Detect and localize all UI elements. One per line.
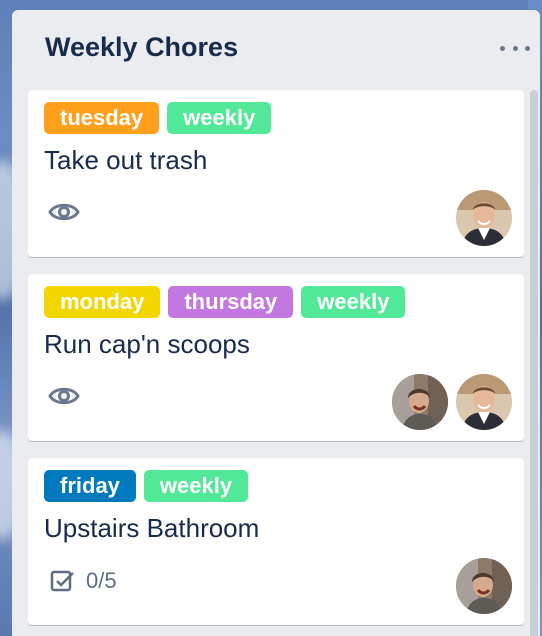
woman-avatar[interactable] — [456, 558, 512, 614]
label-tuesday[interactable]: tuesday — [44, 102, 160, 134]
checklist-icon — [50, 570, 74, 592]
card-run-capn-scoops[interactable]: monday thursday weekly Run cap'n scoops — [28, 274, 524, 441]
label-weekly[interactable]: weekly — [143, 470, 249, 502]
eye-icon — [48, 387, 80, 405]
card-labels: monday thursday weekly — [44, 286, 406, 318]
list-title[interactable]: Weekly Chores — [45, 32, 238, 63]
label-weekly[interactable]: weekly — [301, 286, 406, 318]
more-horizontal-icon[interactable] — [500, 38, 530, 58]
woman-avatar[interactable] — [392, 374, 448, 430]
card-labels: tuesday weekly — [44, 102, 272, 134]
label-thursday[interactable]: thursday — [168, 286, 294, 318]
label-friday[interactable]: friday — [44, 470, 136, 502]
man-avatar[interactable] — [456, 190, 512, 246]
list-scrollbar[interactable] — [530, 90, 538, 636]
list-column: Weekly Chores tuesday weekly Take out tr… — [12, 10, 540, 636]
checklist-badge: 0/5 — [50, 568, 117, 594]
label-monday[interactable]: monday — [44, 286, 161, 318]
card-upstairs-bathroom[interactable]: friday weekly Upstairs Bathroom 0/5 — [28, 458, 524, 625]
label-weekly[interactable]: weekly — [167, 102, 272, 134]
man-avatar[interactable] — [456, 374, 512, 430]
eye-icon — [48, 203, 80, 221]
checklist-count: 0/5 — [86, 568, 117, 593]
card-take-out-trash[interactable]: tuesday weekly Take out trash — [28, 90, 524, 257]
card-title[interactable]: Take out trash — [44, 145, 207, 176]
card-title[interactable]: Upstairs Bathroom — [44, 513, 259, 544]
card-title[interactable]: Run cap'n scoops — [44, 329, 250, 360]
card-labels: friday weekly — [44, 470, 249, 502]
